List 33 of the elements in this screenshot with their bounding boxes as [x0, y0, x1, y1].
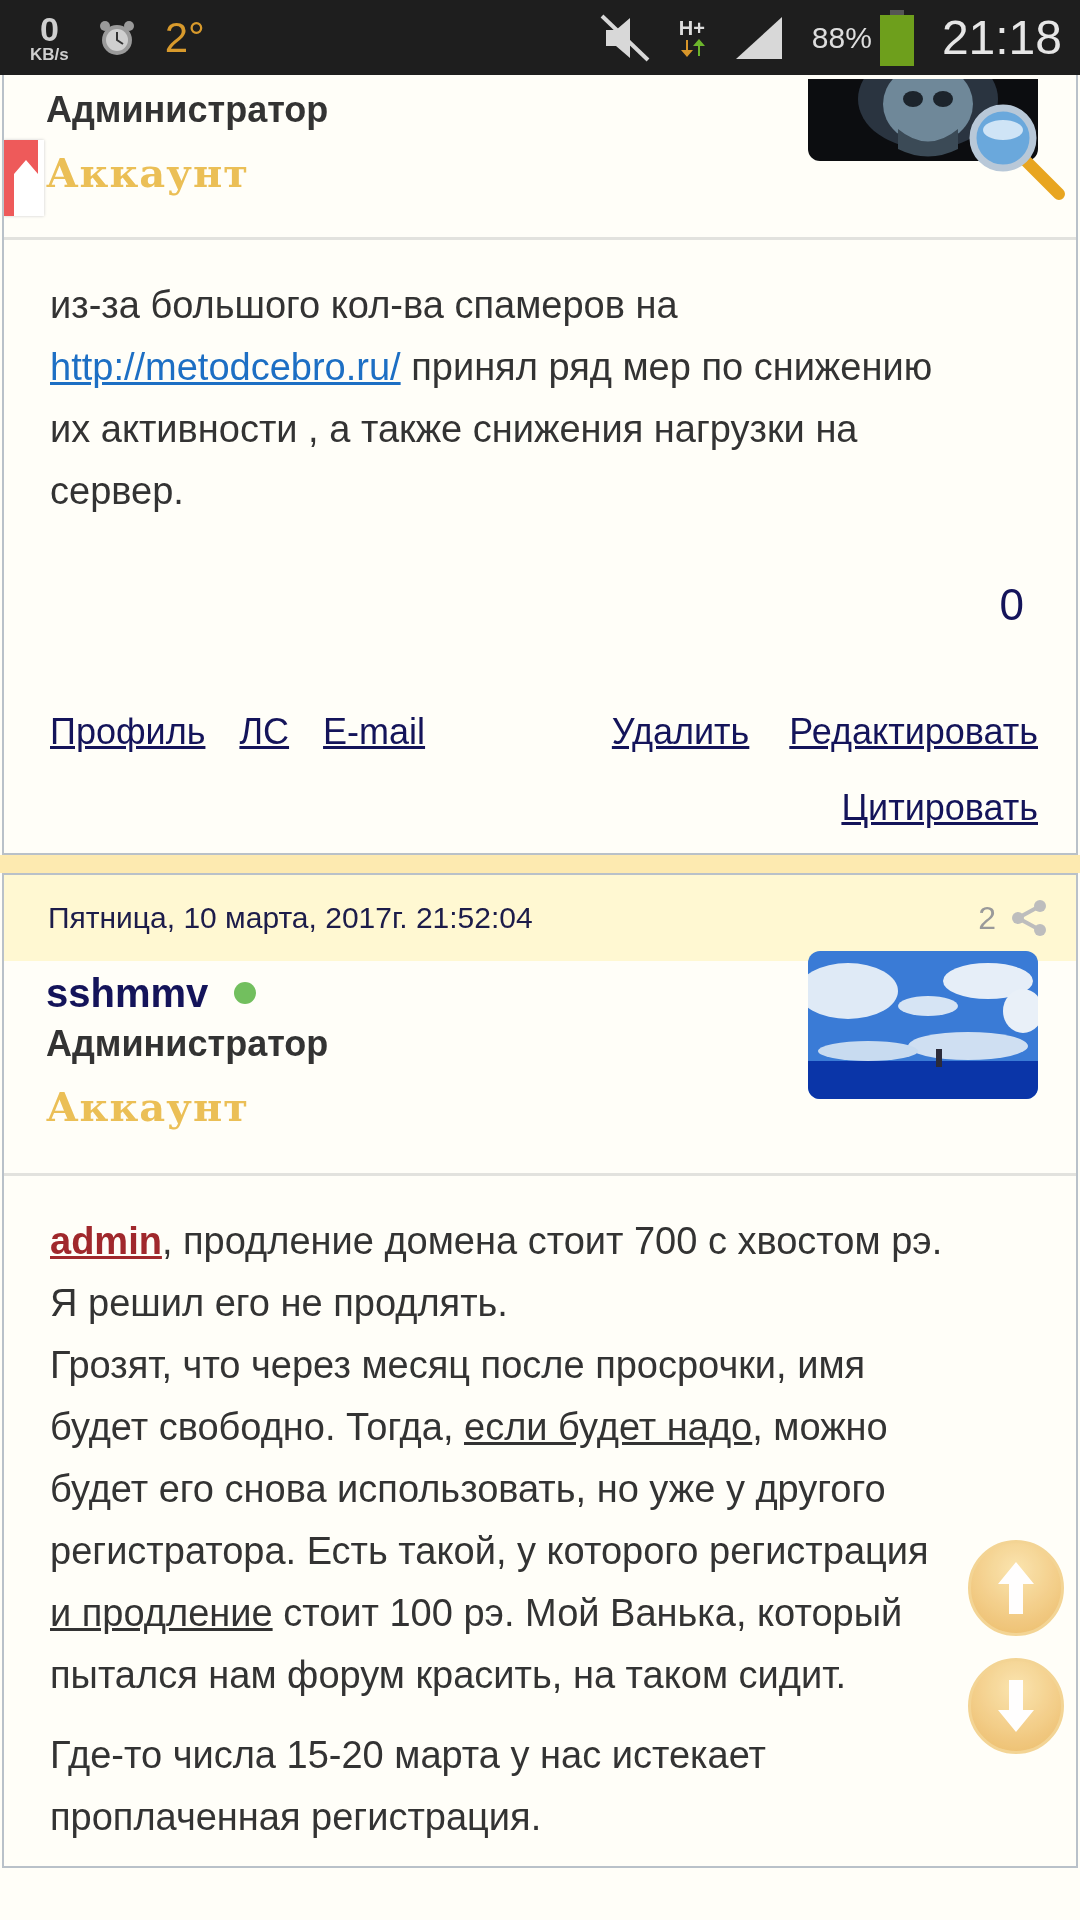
speed-value: 0 — [39, 12, 59, 46]
post-text: admin, продление домена стоит 700 с хвостом рэ. Я решил его не продлять. Грозят, что через месяц после просрочки, имя будет свободно. Тогда, если будет надо, можно будет его снова использовать, но уже у другого регистратора. Есть такой, у которого регистрация и продление стоит 100 рэ. Мой Ванька, который пытался нам форум красить, на таком сидит. — [50, 1219, 944, 1698]
profile-link[interactable]: E-mail — [323, 707, 426, 757]
user-role: Администратор — [46, 1022, 329, 1066]
share-icon[interactable] — [1010, 899, 1048, 937]
network-type: H+ — [678, 17, 705, 38]
rank-label: Аккаунт — [46, 149, 249, 196]
clock: 21:18 — [941, 10, 1062, 65]
post-action-link[interactable]: Редактировать — [789, 707, 1038, 757]
post-action-link[interactable]: Удалить — [611, 707, 750, 757]
speed-unit: KB/s — [30, 46, 69, 63]
arrow-down-icon — [996, 1678, 1036, 1734]
battery-percent: 88% — [811, 20, 872, 55]
rank-label: Аккаунт — [46, 1083, 249, 1130]
text-link[interactable]: и продление — [50, 1592, 273, 1634]
post-text: Где-то числа 15-20 марта у нас истекает проплаченная регистрация. — [50, 1733, 767, 1840]
profile-link[interactable]: Профиль — [50, 707, 206, 757]
post-action-link[interactable]: Цитировать — [841, 783, 1038, 833]
post-number: 2 — [978, 899, 996, 937]
mention-link[interactable]: admin — [50, 1220, 162, 1262]
user-role: Администратор — [46, 88, 329, 132]
post-date: Пятница, 10 марта, 2017г. 21:52:04 — [48, 901, 534, 935]
mute-icon — [599, 13, 650, 62]
profile-link[interactable]: ЛС — [239, 707, 290, 757]
username[interactable]: sshmmv — [46, 970, 209, 1016]
battery-icon — [879, 9, 914, 66]
rating-value: 0 — [999, 580, 1024, 629]
temperature: 2° — [164, 13, 205, 62]
arrow-up-icon — [996, 1560, 1036, 1616]
post-text: из-за большого кол-ва спамеров на http://metodcebro.ru/ принял ряд мер по снижению их активности , а также снижения нагрузки на сервер. — [50, 283, 934, 514]
text-link[interactable]: если будет надо — [464, 1406, 753, 1448]
bookmark-button[interactable] — [4, 140, 44, 216]
url-link[interactable]: http://metodcebro.ru/ — [50, 346, 401, 388]
